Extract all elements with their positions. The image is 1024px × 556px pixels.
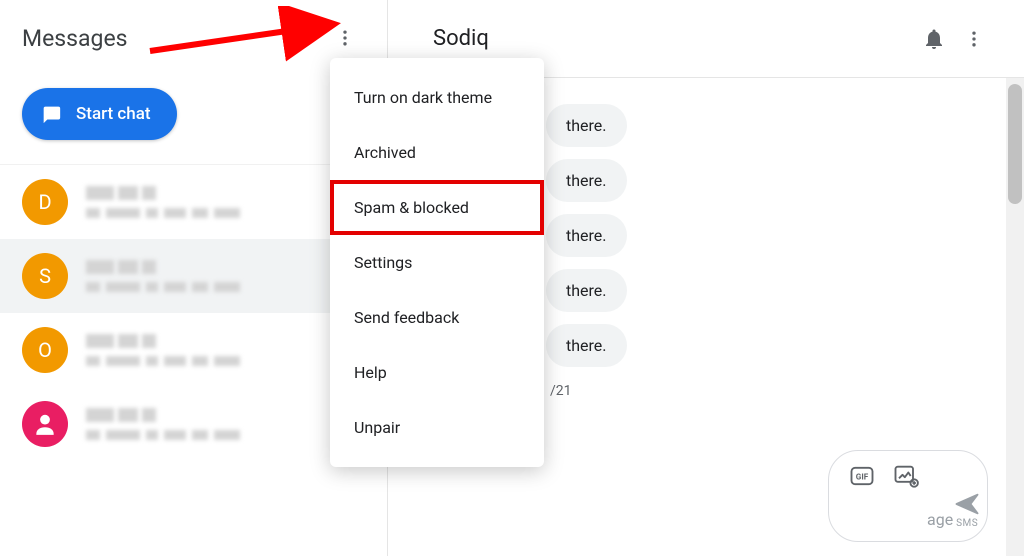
message-bubble: there. [546,269,627,312]
start-chat-button[interactable]: Start chat [22,88,177,140]
message-bubble: there. [546,324,627,367]
sidebar-header: Messages [0,0,387,76]
conversation-item[interactable]: S8/31 [0,239,387,313]
gif-icon: GIF [848,462,876,490]
more-vert-icon [964,29,984,49]
menu-item[interactable]: Turn on dark theme [330,70,544,125]
conversation-body [86,260,365,292]
menu-item[interactable]: Help [330,345,544,400]
svg-text:GIF: GIF [856,472,869,482]
send-label: SMS [956,518,978,529]
message-composer[interactable]: GIF age SMS [828,450,988,542]
conversation-body [86,408,365,440]
contact-name: Sodiq [418,26,914,51]
message-bubble: there. [546,214,627,257]
message-bubble: there. [546,104,627,147]
attach-image-button[interactable] [891,461,921,491]
image-attach-icon [892,462,920,490]
menu-item[interactable]: Send feedback [330,290,544,345]
chat-more-button[interactable] [954,19,994,59]
avatar: S [22,253,68,299]
avatar: D [22,179,68,225]
gif-button[interactable]: GIF [847,461,877,491]
conversation-list: D8/31S8/31O8/228/22 [0,165,387,461]
start-chat-label: Start chat [76,104,151,124]
menu-item[interactable]: Spam & blocked [330,180,544,235]
message-date: /21 [546,373,627,399]
notifications-button[interactable] [914,19,954,59]
chat-icon [40,103,62,125]
send-icon [953,490,981,518]
conversation-body [86,186,365,218]
message-bubble: there. [546,159,627,202]
conversation-item[interactable]: O8/22 [0,313,387,387]
app-title: Messages [22,25,128,52]
menu-item[interactable]: Unpair [330,400,544,455]
send-button[interactable]: SMS [953,490,981,529]
sidebar-more-button[interactable] [325,18,365,58]
overflow-menu: Turn on dark themeArchivedSpam & blocked… [330,58,544,467]
composer-icons: GIF [847,461,921,491]
menu-item[interactable]: Settings [330,235,544,290]
more-vert-icon [335,28,355,48]
composer-placeholder: age [921,510,953,529]
avatar: O [22,327,68,373]
scrollbar-track[interactable] [1006,78,1024,556]
message-stack: there. there. there. there. there. /21 [546,98,627,399]
conversation-item[interactable]: 8/22 [0,387,387,461]
conversation-item[interactable]: D8/31 [0,165,387,239]
menu-item[interactable]: Archived [330,125,544,180]
person-icon [32,411,58,437]
bell-icon [922,27,946,51]
avatar [22,401,68,447]
scrollbar-thumb[interactable] [1008,84,1022,204]
conversation-body [86,334,365,366]
